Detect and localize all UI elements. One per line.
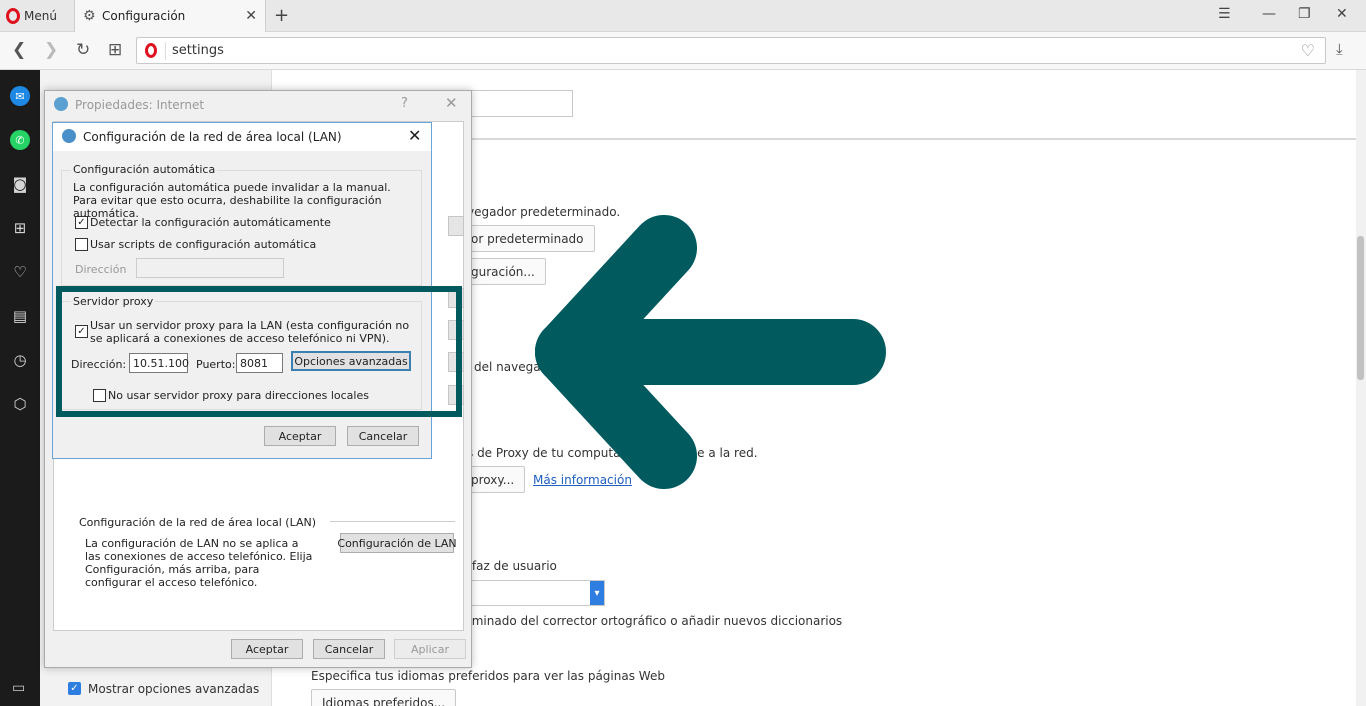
- partial-button: [448, 216, 464, 236]
- auto-config-label: Configuración automática: [71, 163, 218, 176]
- preferred-languages-button[interactable]: Idiomas preferidos...: [311, 689, 457, 706]
- detect-auto-label: Detectar la configuración automáticament…: [90, 216, 331, 229]
- close-tab-icon[interactable]: ✕: [245, 8, 257, 24]
- cancel-button[interactable]: Cancelar: [347, 426, 419, 446]
- menu-button[interactable]: Menú: [6, 6, 57, 26]
- extensions-icon[interactable]: ⬡: [10, 394, 30, 414]
- settings-search-input[interactable]: [467, 90, 573, 117]
- apply-button[interactable]: Aplicar: [394, 639, 466, 659]
- tab-bar: Menú ⚙ Configuración ✕ + ☰ — ❐ ✕: [0, 0, 1366, 32]
- speed-dial-icon[interactable]: ⊞: [10, 218, 30, 238]
- window-close-icon[interactable]: ✕: [1336, 6, 1348, 22]
- tabs-grid-icon[interactable]: ⊞: [108, 40, 122, 60]
- tab-settings[interactable]: ⚙ Configuración ✕: [74, 0, 266, 32]
- divider: [330, 521, 455, 522]
- left-arrow-annotation: [535, 215, 886, 489]
- script-address-label: Dirección: [75, 263, 127, 276]
- globe-icon: [62, 129, 76, 143]
- menu-label: Menú: [24, 9, 57, 23]
- help-icon[interactable]: ?: [401, 96, 408, 111]
- forward-icon[interactable]: ❯: [44, 40, 58, 60]
- auto-config-description: La configuración automática puede invali…: [73, 181, 391, 220]
- use-script-label: Usar scripts de configuración automática: [90, 238, 317, 251]
- dialog-titlebar: Configuración de la red de área local (L…: [53, 123, 431, 151]
- url-field[interactable]: settings ♡: [136, 37, 1326, 64]
- proxy-highlight-frame: [56, 286, 462, 417]
- url-text: settings: [172, 43, 224, 58]
- scrollbar-thumb[interactable]: [1357, 236, 1364, 380]
- lan-section-description: La configuración de LAN no se aplica a l…: [85, 537, 313, 589]
- lan-section-label: Configuración de la red de área local (L…: [79, 516, 317, 529]
- close-icon[interactable]: ✕: [445, 94, 458, 112]
- messenger-icon[interactable]: ✉: [10, 86, 30, 106]
- history-icon[interactable]: ◷: [10, 350, 30, 370]
- camera-icon[interactable]: ◙: [10, 174, 30, 194]
- tab-menu-icon[interactable]: ☰: [1218, 6, 1231, 22]
- ok-button[interactable]: Aceptar: [264, 426, 336, 446]
- whatsapp-icon[interactable]: ✆: [10, 130, 30, 150]
- use-script-checkbox[interactable]: [75, 238, 88, 251]
- languages-text: Especifica tus idiomas preferidos para v…: [311, 669, 665, 683]
- opera-logo-icon: [145, 43, 157, 58]
- divider: [470, 138, 1356, 140]
- sidebar: ✉ ✆ ◙ ⊞ ♡ ▤ ◷ ⬡: [0, 70, 40, 706]
- detect-auto-checkbox[interactable]: ✓: [75, 216, 88, 229]
- bookmark-heart-icon[interactable]: ♡: [1301, 41, 1315, 60]
- scrollbar[interactable]: [1356, 70, 1366, 706]
- restore-icon[interactable]: ❐: [1298, 6, 1311, 22]
- close-icon[interactable]: ✕: [408, 126, 421, 145]
- spell-text: rminado del corrector ortográfico o añad…: [467, 614, 843, 628]
- chevron-down-icon: ▾: [590, 581, 604, 605]
- interface-text: rfaz de usuario: [467, 559, 557, 573]
- show-advanced-label: Mostrar opciones avanzadas: [88, 682, 260, 696]
- tab-title: Configuración: [102, 9, 186, 23]
- back-icon[interactable]: ❮: [12, 40, 26, 60]
- show-advanced-checkbox[interactable]: ✓: [68, 682, 81, 695]
- heart-icon[interactable]: ♡: [10, 262, 30, 282]
- download-icon[interactable]: ⤓: [1336, 40, 1343, 58]
- script-address-input[interactable]: [136, 258, 284, 278]
- minimize-icon[interactable]: —: [1262, 6, 1276, 22]
- url-separator: [165, 42, 166, 60]
- address-bar: ❮ ❯ ↻ ⊞ settings ♡ ⤓: [0, 32, 1366, 70]
- reload-icon[interactable]: ↻: [76, 40, 90, 60]
- dialog-title: Propiedades: Internet: [75, 98, 205, 112]
- ok-button[interactable]: Aceptar: [231, 639, 303, 659]
- sidebar-toggle-icon[interactable]: ▭: [12, 680, 25, 696]
- news-icon[interactable]: ▤: [10, 306, 30, 326]
- dialog-title: Configuración de la red de área local (L…: [83, 130, 342, 144]
- globe-icon: [54, 97, 68, 111]
- new-tab-icon[interactable]: +: [274, 5, 289, 26]
- cancel-button[interactable]: Cancelar: [313, 639, 385, 659]
- gear-icon: ⚙: [83, 8, 96, 24]
- language-select[interactable]: ▾: [460, 580, 605, 606]
- opera-logo-icon: [6, 8, 20, 24]
- lan-settings-button[interactable]: Configuración de LAN: [337, 533, 457, 553]
